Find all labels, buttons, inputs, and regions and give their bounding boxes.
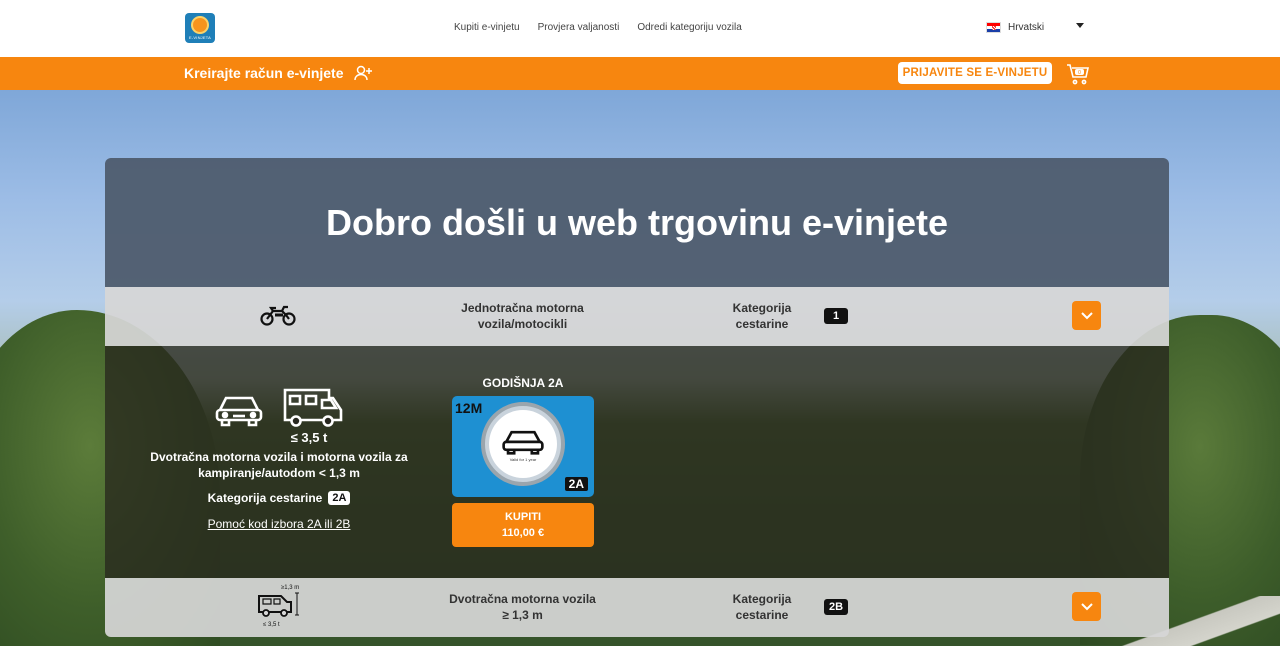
vignette-duration: 12M xyxy=(455,400,483,416)
row-description: Dvotračna motorna vozila ≥ 1,3 m xyxy=(449,592,596,622)
cart-icon[interactable]: 0 xyxy=(1066,62,1090,86)
logo-emblem-icon xyxy=(191,16,209,34)
nav-buy-vignette[interactable]: Kupiti e-vinjetu xyxy=(454,22,520,33)
camper-van-icon xyxy=(283,388,343,427)
van-icon: ≥1,3 m ≤ 3,5 t xyxy=(258,585,299,628)
vehicle-info: ≤ 3,5 t Dvotračna motorna vozila i motor… xyxy=(140,384,418,533)
product-price: 110,00 € xyxy=(501,527,545,539)
motorcycle-icon xyxy=(260,305,296,326)
van-height-label: ≥1,3 m xyxy=(281,585,299,591)
category-row-2b[interactable]: ≥1,3 m ≤ 3,5 t Dvotračna motorna vozila … xyxy=(105,578,1169,637)
detail-category-label: Kategorija cestarine xyxy=(207,491,323,505)
row-description: Jednotračna motorna vozila/motocikli xyxy=(461,301,584,331)
main-nav: Kupiti e-vinjetu Provjera valjanosti Odr… xyxy=(454,22,742,33)
row-category-label: Kategorija cestarine xyxy=(732,301,792,331)
product-card: GODIŠNJA 2A 12M Valid for 1 year 2A KUPI… xyxy=(452,376,594,547)
add-user-icon xyxy=(353,65,372,81)
logo-text: E-VINJETA xyxy=(189,35,211,40)
detail-category: Kategorija cestarine 2A xyxy=(140,491,418,505)
page-title: Dobro došli u web trgovinu e-vinjete xyxy=(325,201,949,243)
panel-header: Dobro došli u web trgovinu e-vinjete xyxy=(105,158,1169,287)
language-selector[interactable]: Hrvatski xyxy=(986,22,1044,33)
car-icon xyxy=(502,430,544,455)
category-badge: 1 xyxy=(824,308,848,324)
vignette-sub-text: Valid for 1 year xyxy=(509,457,537,462)
product-title: GODIŠNJA 2A xyxy=(482,376,564,390)
e-vinjeta-logo[interactable]: E-VINJETA xyxy=(185,13,215,43)
nav-vehicle-category[interactable]: Odredi kategoriju vozila xyxy=(637,22,742,33)
weight-label: ≤ 3,5 t xyxy=(290,430,328,445)
croatia-flag-icon xyxy=(986,22,1001,33)
account-bar: Kreirajte račun e-vinjete PRIJAVITE SE E… xyxy=(0,57,1280,90)
vignette-emblem-inner: Valid for 1 year xyxy=(489,410,557,478)
vignette-category-badge: 2A xyxy=(564,477,588,491)
language-label: Hrvatski xyxy=(1008,22,1045,33)
vignette-image[interactable]: 12M Valid for 1 year 2A xyxy=(452,396,594,497)
chevron-down-icon xyxy=(1080,602,1093,610)
create-account-link[interactable]: Kreirajte račun e-vinjete xyxy=(184,65,374,81)
vignette-emblem: Valid for 1 year xyxy=(481,402,565,486)
chevron-down-icon[interactable] xyxy=(1076,23,1084,28)
buy-button[interactable]: KUPITI 110,00 € xyxy=(452,503,594,547)
nav-check-validity[interactable]: Provjera valjanosti xyxy=(538,22,620,33)
cart-count: 0 xyxy=(1078,70,1081,76)
buy-label: KUPITI xyxy=(504,511,542,523)
category-badge: 2A xyxy=(328,491,351,505)
vehicle-icons xyxy=(140,384,418,428)
category-badge: 2B xyxy=(824,599,848,615)
expand-button[interactable] xyxy=(1072,592,1101,621)
help-2a-2b-link[interactable]: Pomoć kod izbora 2A ili 2B xyxy=(208,517,351,531)
shop-panel: Dobro došli u web trgovinu e-vinjete Jed… xyxy=(105,158,1169,637)
vehicle-description: Dvotračna motorna vozila i motorna vozil… xyxy=(150,450,408,480)
create-account-label: Kreirajte račun e-vinjete xyxy=(184,65,344,81)
row-category-label: Kategorija cestarine xyxy=(732,592,792,622)
login-button[interactable]: PRIJAVITE SE E-VINJETU xyxy=(898,62,1052,84)
category-detail-2a: ≤ 3,5 t Dvotračna motorna vozila i motor… xyxy=(105,346,1169,578)
car-icon xyxy=(215,396,263,427)
van-weight-label: ≤ 3,5 t xyxy=(263,622,280,628)
expand-button[interactable] xyxy=(1072,301,1101,330)
chevron-down-icon xyxy=(1080,311,1093,319)
category-row-motorcycle[interactable]: Jednotračna motorna vozila/motocikli Kat… xyxy=(105,287,1169,346)
top-header: E-VINJETA Kupiti e-vinjetu Provjera valj… xyxy=(0,0,1280,57)
